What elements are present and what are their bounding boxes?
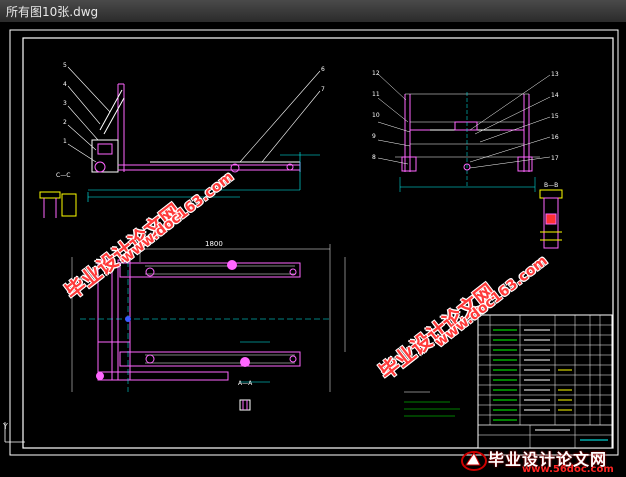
callout-number: 14 <box>551 92 559 99</box>
section-label-bb: B—B <box>544 182 559 189</box>
callout-number: 3 <box>63 100 67 107</box>
callout-number: 6 <box>321 66 325 73</box>
cad-drawing <box>4 29 619 456</box>
callout-number: 1 <box>63 138 67 145</box>
callout-number: 4 <box>63 81 67 88</box>
callout-number: 8 <box>372 154 376 161</box>
logo-icon <box>461 451 487 471</box>
site-logo: 毕业设计论文网 www.56doc.com <box>458 445 626 477</box>
end-view <box>377 73 563 249</box>
callout-number: 2 <box>63 119 67 126</box>
window-title: 所有图10张.dwg <box>6 5 99 19</box>
tech-notes <box>404 391 460 417</box>
callout-number: 11 <box>372 91 380 98</box>
drawing-canvas[interactable]: C—C B—B A—A 1800 毕业设计论文网 www.doc163.com … <box>0 22 626 477</box>
ucs-axis-icon <box>4 422 25 443</box>
dimension-1800: 1800 <box>205 240 223 248</box>
side-view <box>39 66 321 218</box>
callout-number: 10 <box>372 112 380 119</box>
callout-number: 9 <box>372 133 376 140</box>
callout-number: 16 <box>551 134 559 141</box>
callout-number: 7 <box>321 86 325 93</box>
callout-number: 15 <box>551 113 559 120</box>
title-block <box>477 314 613 449</box>
callout-number: 12 <box>372 70 380 77</box>
callout-number: 5 <box>63 62 67 69</box>
ucs-y-label: Y <box>3 422 8 431</box>
callout-number: 17 <box>551 155 559 162</box>
logo-url: www.56doc.com <box>522 464 614 475</box>
callout-number: 13 <box>551 71 559 78</box>
window-titlebar: 所有图10张.dwg <box>0 0 626 23</box>
section-label-cc: C—C <box>56 172 71 179</box>
section-label-aa: A—A <box>238 380 253 387</box>
